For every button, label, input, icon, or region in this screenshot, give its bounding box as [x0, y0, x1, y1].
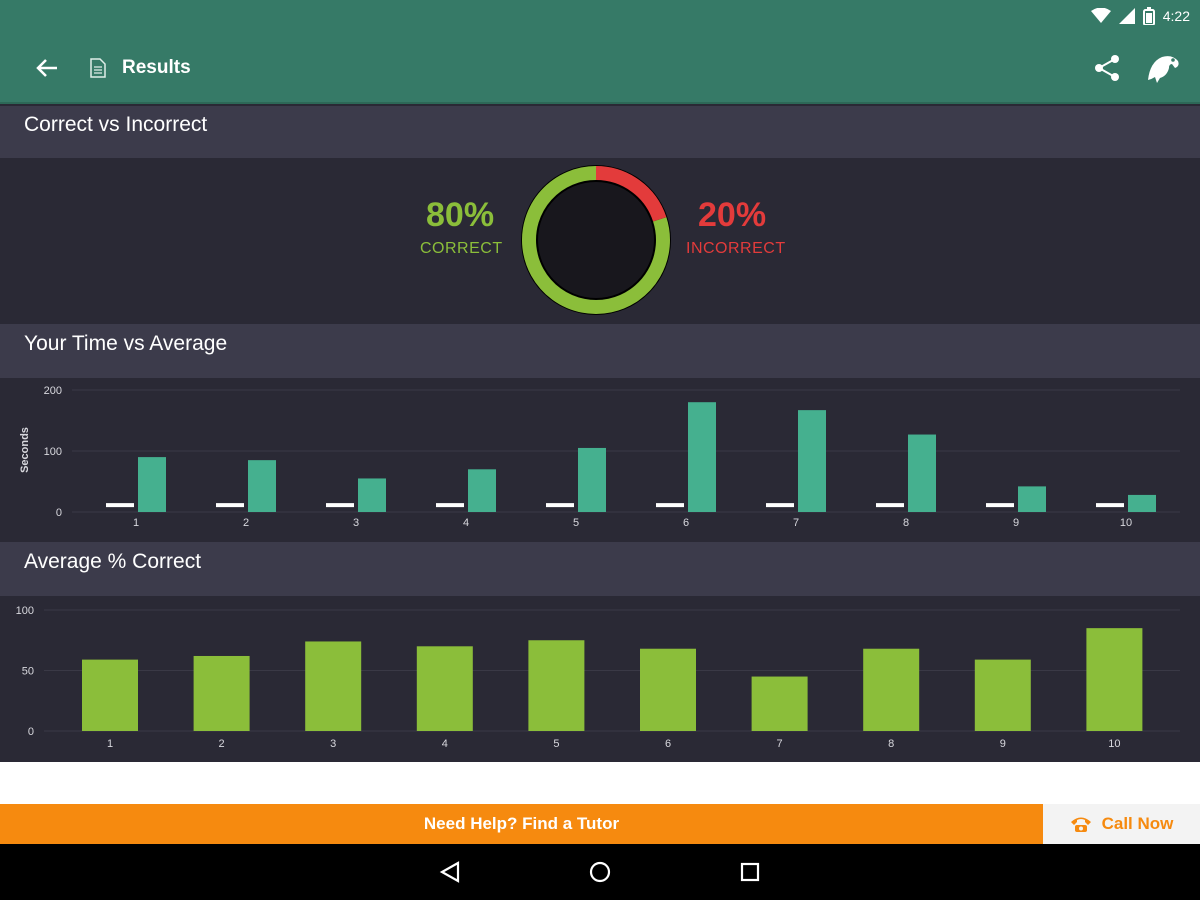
bar-your-time	[578, 447, 606, 512]
x-tick-label: 9	[1013, 517, 1019, 529]
x-tick-label: 4	[442, 738, 448, 750]
spacer	[0, 762, 1200, 804]
y-tick-label: 200	[44, 385, 62, 397]
bar-your-time	[798, 410, 826, 512]
average-correct-panel: 0 50 100 1 2 3 4 5 6 7 8 9 10	[0, 596, 1200, 762]
y-tick-label: 100	[44, 446, 62, 458]
correct-percent: 80%	[426, 196, 495, 234]
nav-back-button[interactable]	[436, 858, 464, 886]
share-icon[interactable]	[1093, 54, 1121, 82]
status-time: 4:22	[1162, 8, 1190, 24]
donut-hole	[538, 182, 654, 298]
bar-average	[216, 503, 244, 508]
bar-your-time	[248, 460, 276, 512]
nav-home-button[interactable]	[586, 858, 614, 886]
nav-recents-button[interactable]	[736, 858, 764, 886]
nav-recents-icon	[740, 862, 760, 882]
bar-average	[656, 503, 684, 508]
bar-your-time	[138, 457, 166, 512]
y-tick-label: 50	[22, 666, 34, 678]
bar-average-correct	[305, 641, 362, 731]
incorrect-label: INCORRECT	[686, 240, 786, 257]
signal-icon	[1118, 8, 1135, 24]
x-tick-label: 2	[243, 517, 249, 529]
correct-incorrect-donut	[521, 165, 671, 315]
battery-icon	[1142, 7, 1155, 25]
x-tick-label: 6	[665, 738, 671, 750]
bar-your-time	[468, 469, 496, 512]
x-tick-label: 7	[793, 517, 799, 529]
x-tick-label: 10	[1120, 517, 1132, 529]
x-tick-label: 3	[353, 517, 359, 529]
status-bar: 4:22	[1090, 6, 1190, 26]
find-tutor-banner[interactable]: Need Help? Find a Tutor	[0, 804, 1043, 844]
bar-average	[1096, 503, 1124, 508]
bar-average	[106, 503, 134, 508]
x-tick-label: 8	[903, 517, 909, 529]
section-title: Correct vs Incorrect	[24, 113, 208, 136]
y-tick-label: 0	[56, 507, 62, 519]
bar-average-correct	[751, 676, 808, 731]
correct-vs-incorrect-panel: 80% CORRECT 20% INCORRECT	[0, 158, 1200, 324]
bar-average-correct	[193, 655, 250, 731]
bar-average	[876, 503, 904, 508]
x-tick-label: 5	[553, 738, 559, 750]
bar-your-time	[358, 478, 386, 512]
x-tick-label: 6	[683, 517, 689, 529]
bar-average	[986, 503, 1014, 508]
nav-home-icon	[589, 861, 611, 883]
y-axis-label: Seconds	[19, 427, 31, 473]
section-title: Average % Correct	[24, 550, 202, 573]
system-nav-bar	[0, 844, 1200, 900]
bar-your-time	[1128, 494, 1156, 512]
section-title: Your Time vs Average	[24, 332, 228, 355]
banner-text: Need Help? Find a Tutor	[423, 814, 620, 833]
correct-label: CORRECT	[420, 240, 503, 257]
x-tick-label: 9	[1000, 738, 1006, 750]
section-header-time-vs-average: Your Time vs Average	[0, 324, 1200, 378]
bar-average	[326, 503, 354, 508]
y-tick-label: 0	[28, 726, 34, 738]
page-title: Results	[122, 57, 191, 78]
section-header-average-correct: Average % Correct	[0, 542, 1200, 596]
document-icon	[90, 58, 106, 78]
x-tick-label: 7	[777, 738, 783, 750]
section-header-correct-vs-incorrect: Correct vs Incorrect	[0, 106, 1200, 158]
x-tick-label: 3	[330, 738, 336, 750]
nav-back-icon	[439, 861, 460, 883]
x-tick-label: 10	[1108, 738, 1120, 750]
bar-average-correct	[640, 648, 696, 731]
time-vs-average-panel: 0 100 200 Seconds 1 2 3 4 5 6 7 8 9 10	[0, 378, 1200, 542]
bar-average	[436, 503, 464, 508]
bar-average-correct	[416, 646, 473, 731]
bar-your-time	[1018, 486, 1046, 512]
y-tick-label: 100	[16, 605, 34, 617]
x-tick-label: 4	[463, 517, 469, 529]
time-vs-average-chart: 0 100 200 Seconds 1 2 3 4 5 6 7 8 9 10	[19, 385, 1180, 529]
chameleon-logo-icon[interactable]	[1145, 52, 1181, 84]
call-now-label: Call Now	[1101, 814, 1174, 833]
call-now-button[interactable]: Call Now	[1043, 804, 1200, 844]
bar-average-correct	[528, 640, 585, 731]
bar-average-correct	[863, 648, 920, 731]
back-arrow-icon	[36, 59, 57, 77]
bar-average	[766, 503, 794, 508]
bar-average	[546, 503, 574, 508]
phone-icon	[1070, 817, 1091, 832]
wifi-icon	[1090, 8, 1111, 23]
bar-average-correct	[82, 659, 138, 731]
back-button[interactable]	[34, 55, 60, 81]
x-tick-label: 1	[133, 517, 139, 529]
x-tick-label: 1	[107, 738, 113, 750]
app-bar: 4:22 Results	[0, 0, 1200, 104]
x-tick-label: 8	[888, 738, 894, 750]
x-tick-label: 5	[573, 517, 579, 529]
average-correct-chart: 0 50 100 1 2 3 4 5 6 7 8 9 10	[16, 605, 1180, 750]
bar-average-correct	[1086, 628, 1143, 731]
bar-average-correct	[974, 659, 1031, 731]
bar-your-time	[908, 434, 936, 512]
x-tick-label: 2	[219, 738, 225, 750]
bar-your-time	[688, 402, 716, 512]
incorrect-percent: 20%	[698, 196, 767, 234]
